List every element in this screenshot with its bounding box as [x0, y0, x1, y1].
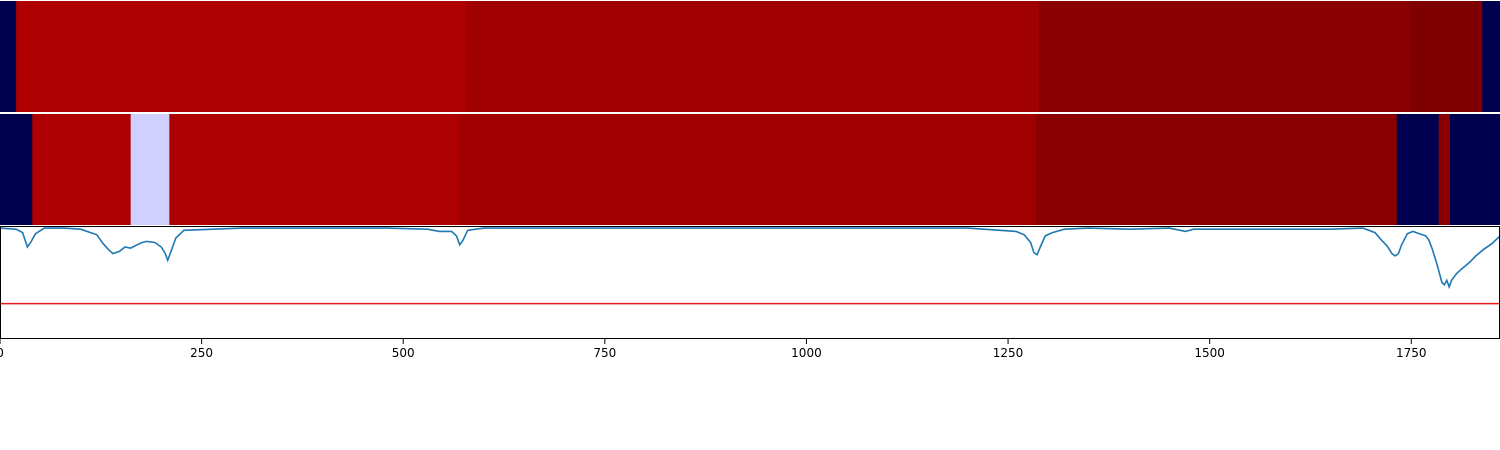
heatmap-middle-segment — [32, 114, 132, 225]
heatmap-top-segment — [1038, 1, 1411, 112]
x-tick-label: 500 — [392, 346, 415, 360]
heatmap-middle-segment — [169, 114, 461, 225]
heatmap-middle-segment — [0, 114, 33, 225]
x-axis: 0 250 500 750 1000 1250 1500 1750 — [0, 339, 1427, 360]
x-tick-label: 1750 — [1396, 346, 1427, 360]
heatmap-top-segment — [16, 1, 467, 112]
heatmap-middle-segment — [459, 114, 1037, 225]
x-tick-label: 250 — [190, 346, 213, 360]
line-plot-panel — [0, 227, 1500, 305]
x-tick-label: 1500 — [1194, 346, 1225, 360]
heatmap-middle-panel — [0, 114, 1500, 225]
heatmap-top-panel — [0, 1, 1500, 112]
line-plot-frame — [0, 226, 1500, 339]
heatmap-middle-segment — [1450, 114, 1500, 225]
heatmap-top-segment — [1409, 1, 1483, 112]
heatmap-middle-segment — [130, 114, 170, 225]
x-tick-label: 0 — [0, 346, 4, 360]
x-tick-label: 1000 — [791, 346, 822, 360]
heatmap-middle-segment — [1396, 114, 1440, 225]
heatmap-middle-segment — [1438, 114, 1451, 225]
heatmap-middle-segment — [1036, 114, 1398, 225]
x-tick-label: 1250 — [993, 346, 1024, 360]
series-line — [0, 227, 1500, 290]
heatmap-top-segment — [0, 1, 17, 112]
x-tick-label: 750 — [593, 346, 616, 360]
figure: 0 250 500 750 1000 1250 1500 1750 — [0, 1, 1500, 360]
heatmap-top-segment — [466, 1, 1040, 112]
heatmap-top-segment — [1482, 1, 1500, 112]
